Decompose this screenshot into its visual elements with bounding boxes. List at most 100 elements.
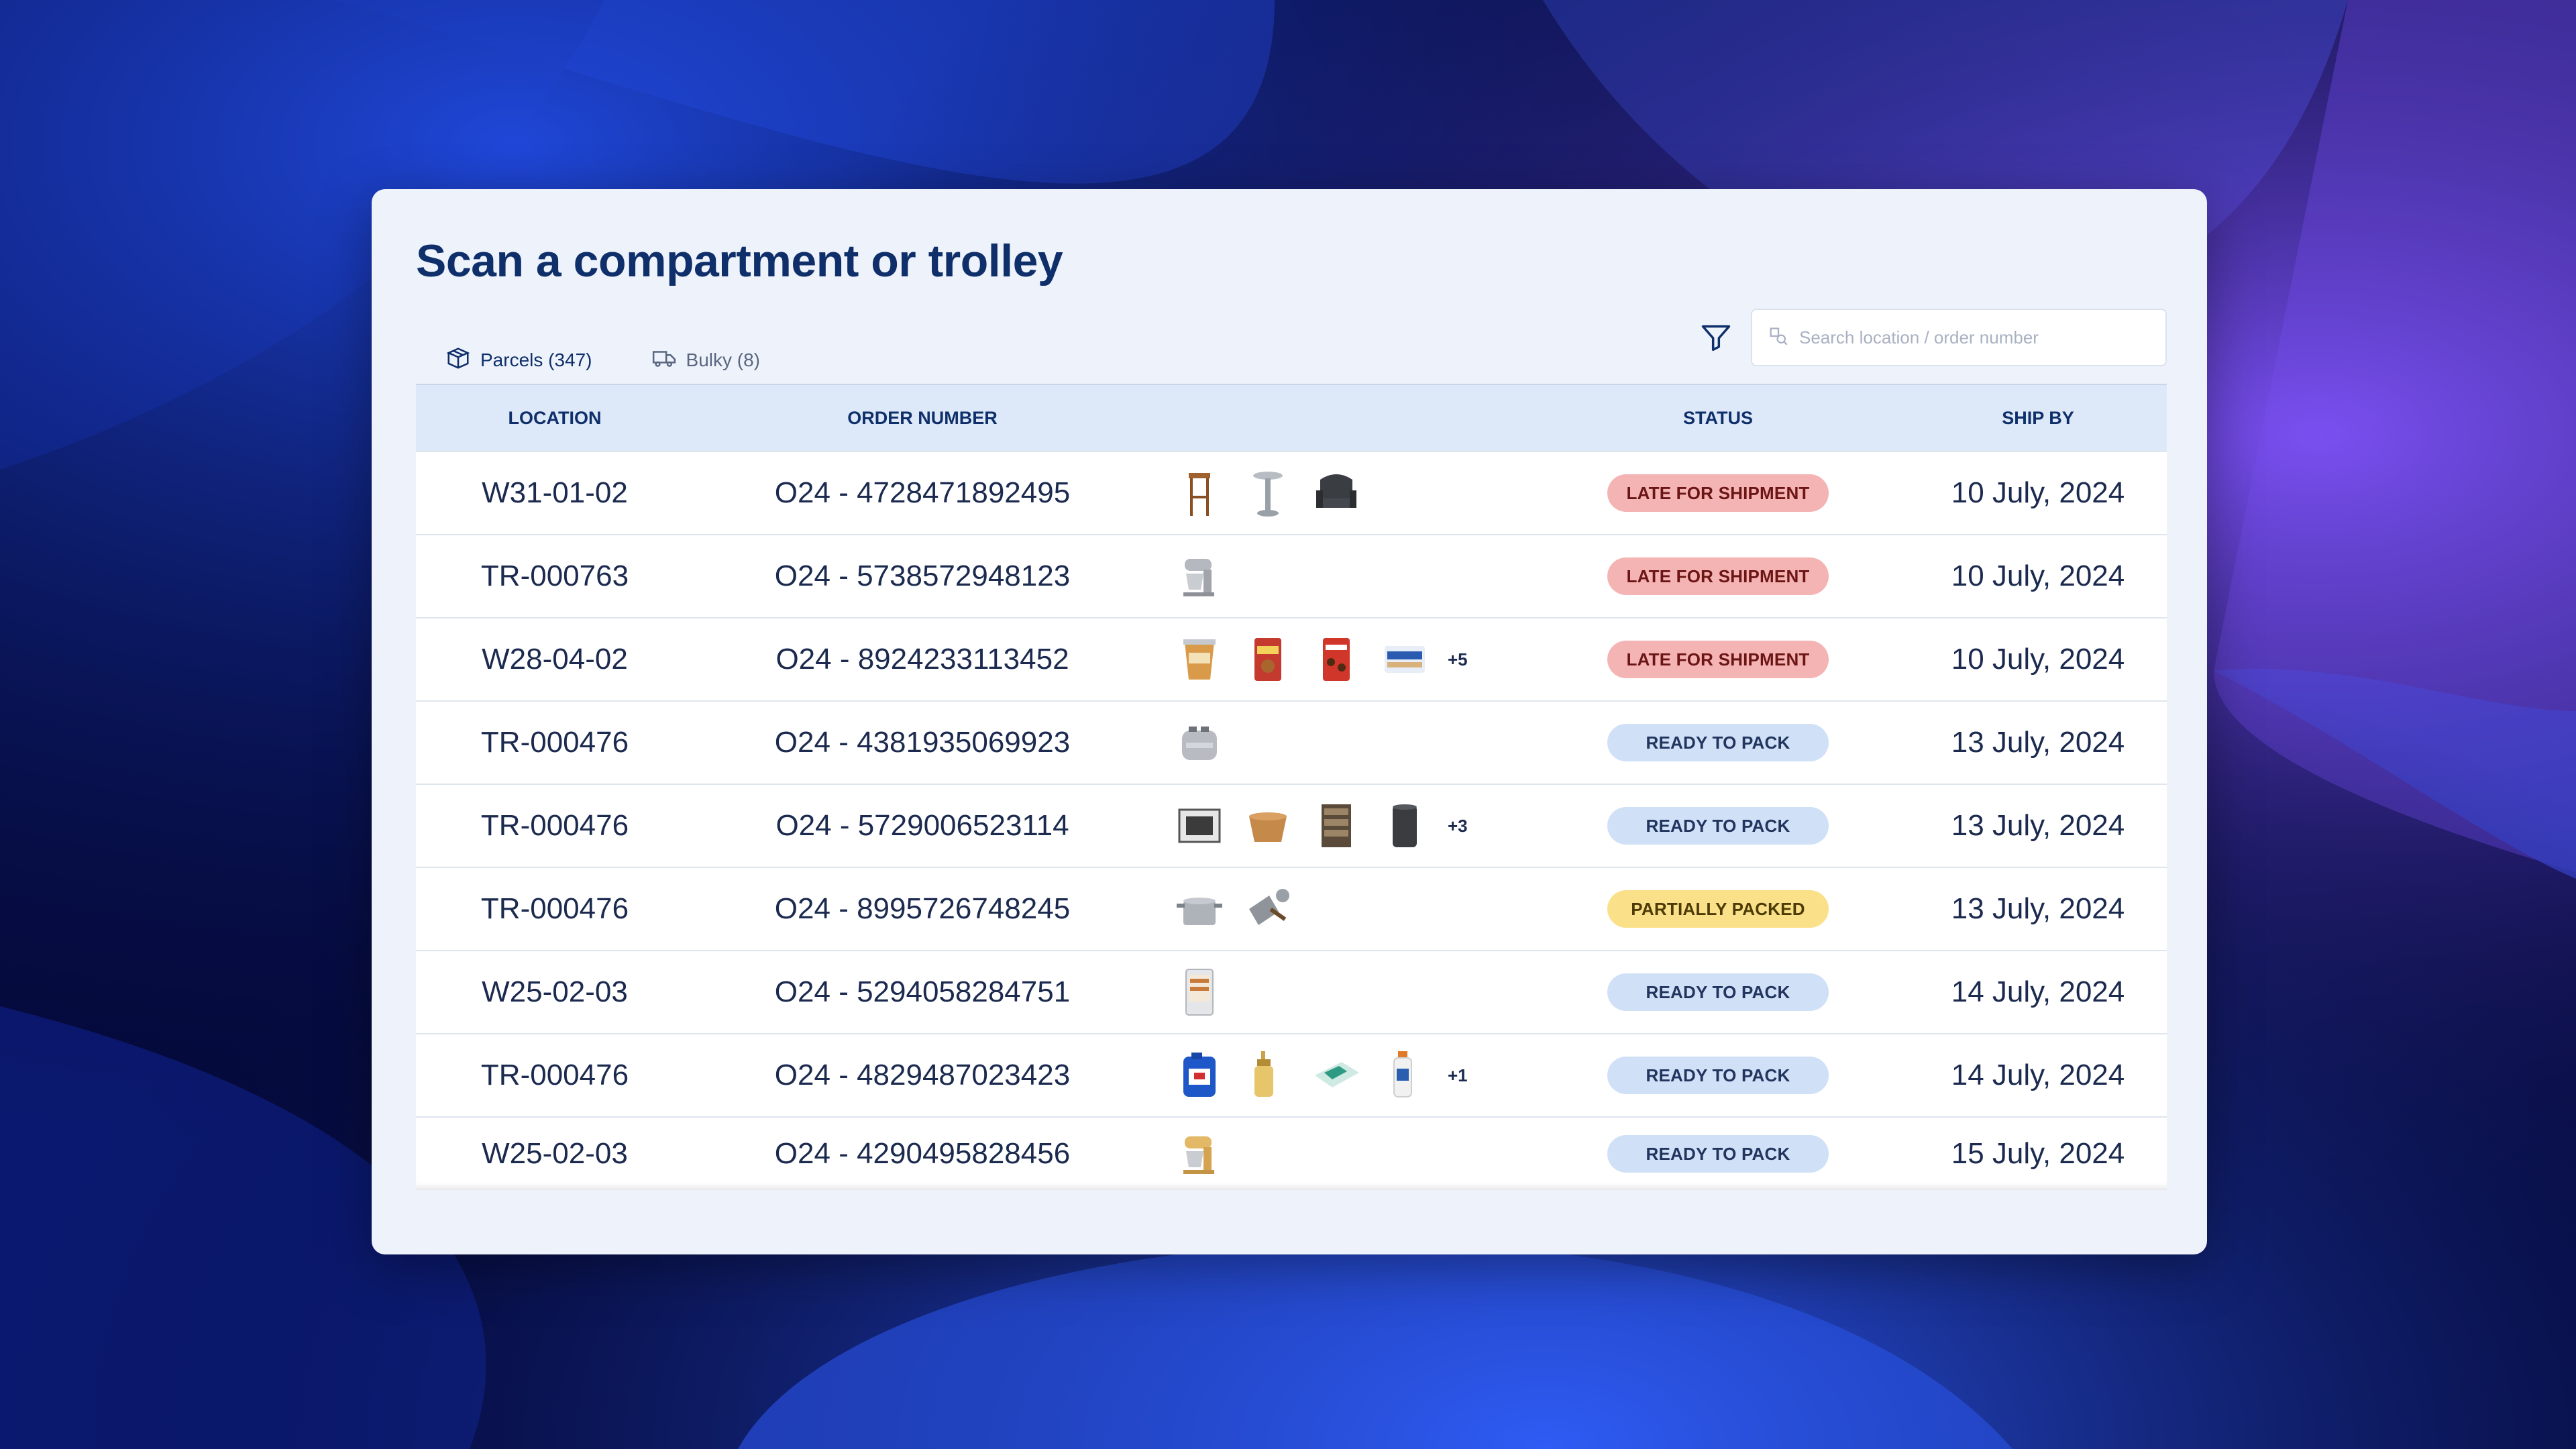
tab-bar: Parcels (347) Bulky (8) <box>416 330 790 390</box>
box-icon <box>445 345 471 376</box>
search-input[interactable] <box>1799 327 2151 348</box>
table-row[interactable]: TR-000763 O24 - 5738572948123 LATE FOR SHI… <box>416 534 2167 617</box>
status-cell: READY TO PACK <box>1527 724 1909 761</box>
ship-by-cell: 14 July, 2024 <box>1951 1059 2125 1091</box>
order-number-cell: O24 - 4290495828456 <box>774 1137 1071 1170</box>
snack-tub-thumbnail <box>1183 639 1216 680</box>
mini-fridge-thumbnail <box>1185 969 1214 1016</box>
status-cell: LATE FOR SHIPMENT <box>1527 557 1909 595</box>
location-cell: W25-02-03 <box>482 1137 628 1170</box>
soap-bottle-thumbnail <box>1254 1051 1273 1097</box>
ship-by-cell: 14 July, 2024 <box>1951 975 2125 1008</box>
status-cell: READY TO PACK <box>1527 1135 1909 1173</box>
bowl-thumbnail <box>1249 812 1287 842</box>
header-order-number[interactable]: ORDER NUMBER <box>694 408 1151 429</box>
status-badge: READY TO PACK <box>1607 1057 1829 1094</box>
ship-by-cell: 13 July, 2024 <box>1951 892 2125 925</box>
items-cell <box>1151 716 1527 769</box>
location-cell: TR-000476 <box>480 1059 629 1091</box>
toaster-thumbnail <box>1182 727 1217 760</box>
table-row[interactable]: W28-04-02 O24 - 8924233113452 +5 LATE FOR S… <box>416 617 2167 700</box>
ship-by-cell: 10 July, 2024 <box>1951 476 2125 509</box>
status-cell: READY TO PACK <box>1527 1057 1909 1094</box>
armchair-thumbnail <box>1316 474 1356 508</box>
status-badge: READY TO PACK <box>1607 724 1829 761</box>
header-ship-by[interactable]: SHIP BY <box>1909 408 2167 429</box>
shelf-unit-thumbnail <box>1322 804 1351 847</box>
ship-by-cell: 10 July, 2024 <box>1951 559 2125 592</box>
items-cell <box>1151 965 1527 1019</box>
ship-by-cell: 13 July, 2024 <box>1951 726 2125 759</box>
tab-bulky[interactable]: Bulky (8) <box>622 330 790 390</box>
order-number-cell: O24 - 4728471892495 <box>774 476 1071 509</box>
order-number-cell: O24 - 8924233113452 <box>775 643 1069 676</box>
more-items-count: +5 <box>1448 649 1468 669</box>
photo-frame-thumbnail <box>1178 808 1221 843</box>
location-cell: W25-02-03 <box>482 975 628 1008</box>
bin-thumbnail <box>1393 804 1417 847</box>
items-cell <box>1151 466 1527 520</box>
table-row[interactable]: TR-000476 O24 - 4381935069923 READY TO PAC… <box>416 700 2167 784</box>
wafer-pack-thumbnail <box>1385 646 1425 673</box>
table-row[interactable]: TR-000476 O24 - 5729006523114 +3 READY TO P… <box>416 784 2167 867</box>
table-row[interactable]: W25-02-03 O24 - 4290495828456 READY TO PAC… <box>416 1116 2167 1190</box>
header-status[interactable]: STATUS <box>1527 408 1909 429</box>
filter-button[interactable] <box>1699 321 1733 356</box>
wipes-pack-thumbnail <box>1315 1062 1359 1087</box>
spray-bottle-thumbnail <box>1393 1051 1412 1097</box>
ship-by-cell: 10 July, 2024 <box>1951 643 2125 676</box>
search-box[interactable] <box>1751 309 2167 366</box>
order-number-cell: O24 - 5738572948123 <box>774 559 1071 592</box>
status-badge: LATE FOR SHIPMENT <box>1607 474 1829 512</box>
order-number-cell: O24 - 4829487023423 <box>774 1059 1071 1091</box>
ship-by-cell: 15 July, 2024 <box>1951 1137 2125 1170</box>
location-cell: TR-000476 <box>480 809 629 842</box>
detergent-can-thumbnail <box>1183 1053 1216 1097</box>
items-cell: +3 <box>1151 799 1527 853</box>
status-badge: LATE FOR SHIPMENT <box>1607 557 1829 595</box>
cookie-bag-thumbnail <box>1254 638 1281 681</box>
truck-icon <box>651 345 677 376</box>
items-cell <box>1151 549 1527 603</box>
filter-icon <box>1699 325 1733 358</box>
location-cell: TR-000476 <box>480 726 629 759</box>
order-number-cell: O24 - 8995726748245 <box>774 892 1071 925</box>
items-cell <box>1151 882 1527 936</box>
order-number-cell: O24 - 5729006523114 <box>775 809 1069 842</box>
status-badge: READY TO PACK <box>1607 1135 1829 1173</box>
stand-mixer-gold-thumbnail <box>1183 1136 1214 1174</box>
more-items-count: +3 <box>1448 815 1468 836</box>
table-row[interactable]: TR-000476 O24 - 4829487023423 +1 READY TO P… <box>416 1033 2167 1116</box>
tab-label: Bulky (8) <box>686 350 760 370</box>
location-cell: W31-01-02 <box>482 476 628 509</box>
search-icon <box>1767 325 1790 351</box>
tab-parcels[interactable]: Parcels (347) <box>416 330 622 390</box>
location-cell: W28-04-02 <box>482 643 628 676</box>
scan-panel: Scan a compartment or trolley Parcels (3… <box>372 189 2207 1254</box>
cooking-pot-thumbnail <box>1177 898 1222 925</box>
status-cell: READY TO PACK <box>1527 807 1909 845</box>
pedestal-table-thumbnail <box>1253 472 1283 517</box>
header-location[interactable]: LOCATION <box>416 408 694 429</box>
table-header: LOCATION ORDER NUMBER STATUS SHIP BY <box>416 384 2167 451</box>
tab-label: Parcels (347) <box>480 350 592 370</box>
bar-stool-thumbnail <box>1189 473 1210 516</box>
table-row[interactable]: TR-000476 O24 - 8995726748245 PARTIALLY PA… <box>416 867 2167 950</box>
status-badge: READY TO PACK <box>1607 807 1829 845</box>
location-cell: TR-000763 <box>480 559 629 592</box>
page-title: Scan a compartment or trolley <box>416 235 1063 286</box>
status-cell: LATE FOR SHIPMENT <box>1527 641 1909 678</box>
order-number-cell: O24 - 5294058284751 <box>774 975 1071 1008</box>
ship-by-cell: 13 July, 2024 <box>1951 809 2125 842</box>
table-row[interactable]: W25-02-03 O24 - 5294058284751 READY TO PAC… <box>416 950 2167 1033</box>
table-row[interactable]: W31-01-02 O24 - 4728471892495 LATE FOR SHI… <box>416 451 2167 534</box>
status-badge: LATE FOR SHIPMENT <box>1607 641 1829 678</box>
items-cell: +1 <box>1151 1049 1527 1102</box>
dustpan-thumbnail <box>1249 889 1289 925</box>
table-body: W31-01-02 O24 - 4728471892495 LATE FOR SHI… <box>416 451 2167 1190</box>
orders-table: LOCATION ORDER NUMBER STATUS SHIP BY W31… <box>416 384 2167 1195</box>
more-items-count: +1 <box>1448 1065 1468 1085</box>
order-number-cell: O24 - 4381935069923 <box>774 726 1071 759</box>
location-cell: TR-000476 <box>480 892 629 925</box>
status-badge: READY TO PACK <box>1607 973 1829 1011</box>
